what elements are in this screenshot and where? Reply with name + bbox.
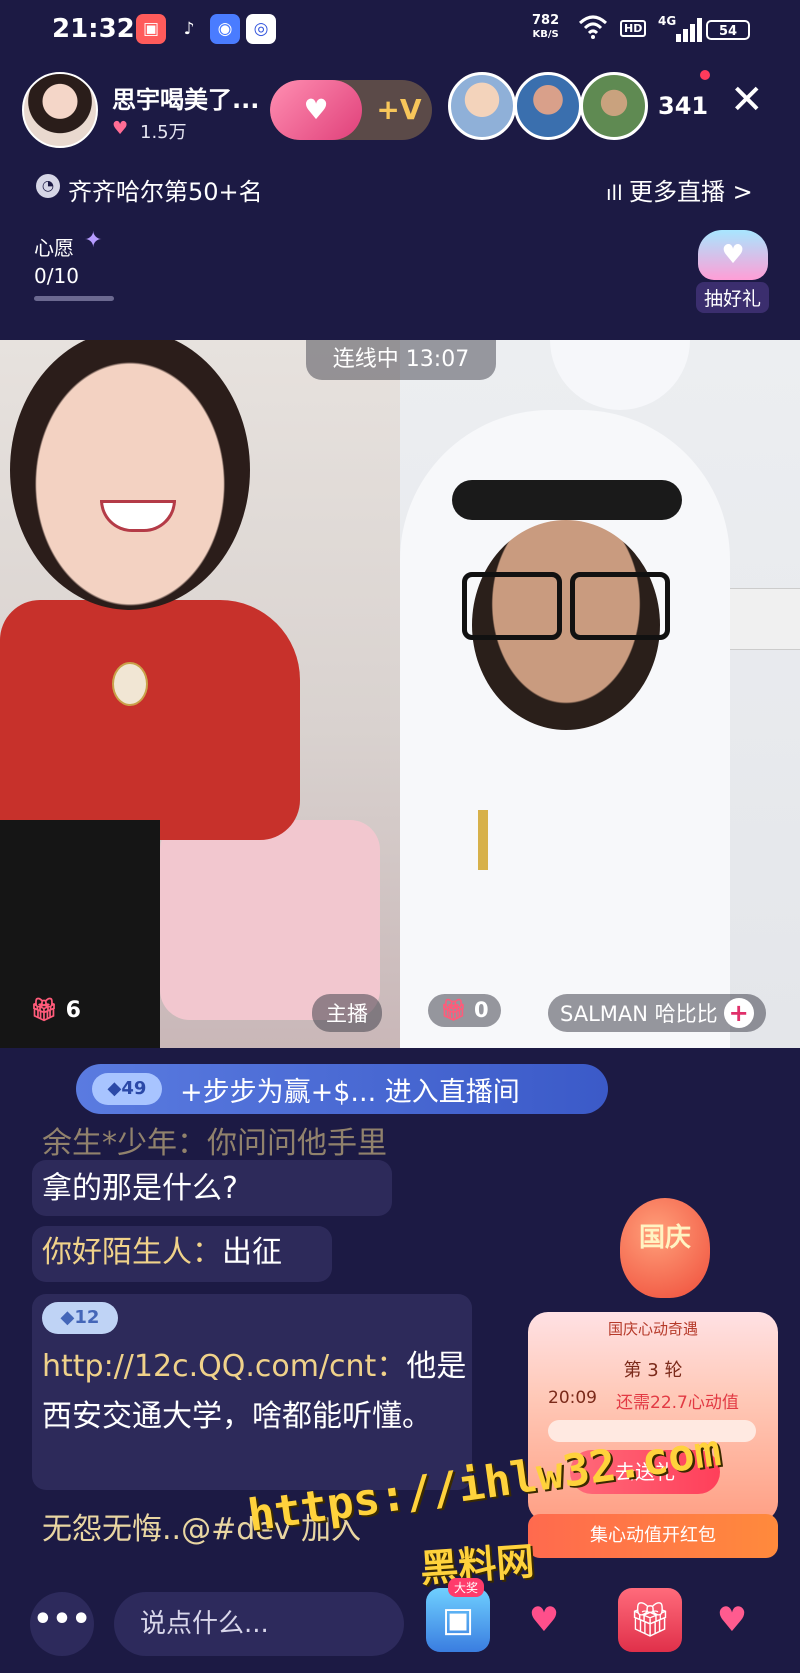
chat-username[interactable]: http://12c.QQ.com/cnt： xyxy=(42,1349,406,1384)
network-speed: 782 KB/S xyxy=(532,14,559,42)
red-packet-banner[interactable]: 集心动值开红包 xyxy=(528,1514,778,1558)
viewer-avatar[interactable] xyxy=(448,72,516,140)
wish-progress-bar xyxy=(34,296,114,301)
guest-tag[interactable]: SALMAN 哈比比 + xyxy=(548,994,766,1032)
diamond-icon: ◆ xyxy=(60,1307,75,1328)
city-rank[interactable]: 齐齐哈尔第50+名 xyxy=(68,172,263,207)
event-remaining: 还需22.7心动值 xyxy=(616,1393,739,1413)
viewer-count[interactable]: 341 xyxy=(658,92,708,120)
host-video-stream[interactable] xyxy=(0,340,400,1048)
glasses-left xyxy=(462,572,562,640)
app-notification-icon: ◉ xyxy=(210,14,240,44)
right-gift-count: 0 xyxy=(473,998,489,1022)
diamond-icon: ◆ xyxy=(107,1078,122,1099)
event-countdown: 20:09 xyxy=(548,1388,597,1408)
chat-input[interactable] xyxy=(114,1592,404,1656)
treasure-badge: 大奖 xyxy=(448,1578,485,1597)
host-tag: 主播 xyxy=(312,994,382,1032)
left-gift-counter[interactable]: 🎁︎ 6 xyxy=(30,998,81,1023)
event-round: 第 3 轮 xyxy=(623,1360,683,1381)
event-title: 国庆心动奇遇 xyxy=(607,1320,698,1338)
winged-heart-icon[interactable]: ♥ xyxy=(512,1588,576,1652)
viewer-avatar[interactable] xyxy=(580,72,648,140)
rank-clock-icon: ◔ xyxy=(36,174,60,198)
host-face xyxy=(10,340,250,610)
heart-gift-icon[interactable]: ♥ xyxy=(270,80,362,140)
air-conditioner xyxy=(718,588,800,650)
more-options-button[interactable]: ••• xyxy=(30,1592,94,1656)
notification-dot xyxy=(700,70,710,80)
more-live-button[interactable]: ıll 更多直播 > xyxy=(606,172,753,207)
network-type: 4G xyxy=(658,14,677,28)
wish-progress: 0/10 xyxy=(34,264,79,288)
host-name[interactable]: 思宇喝美了... xyxy=(112,80,259,115)
chat-text: 你问问他手里 xyxy=(207,1126,387,1161)
lucky-gift-icon[interactable]: ♥ xyxy=(698,230,768,280)
wish-star-icon: ✦ xyxy=(84,228,103,253)
hd-icon: HD xyxy=(620,20,647,37)
user-level-badge: ◆49 xyxy=(92,1073,162,1105)
enter-room-text: +步步为赢+$... 进入直播间 xyxy=(180,1077,520,1108)
chat-message[interactable]: 余生*少年：你问问他手里 xyxy=(42,1118,387,1162)
gift-icon: 🎁︎ xyxy=(30,998,58,1023)
pink-chair xyxy=(160,820,380,1020)
event-balloon-badge[interactable]: 国庆 xyxy=(620,1198,710,1298)
battery-icon: 54 xyxy=(706,20,750,40)
link-status: 连线中 13:07 xyxy=(306,340,496,380)
user-level: 12 xyxy=(74,1307,100,1328)
signal-icon xyxy=(676,18,704,42)
black-agal xyxy=(452,480,682,520)
ceiling-light xyxy=(550,340,690,410)
chat-username[interactable]: 你好陌生人： xyxy=(42,1235,222,1270)
treasure-chest-icon[interactable]: ▣ xyxy=(426,1588,490,1652)
follow-v-label[interactable]: +V xyxy=(366,80,432,140)
chat-message-continued: 拿的那是什么? xyxy=(42,1171,238,1206)
viewer-avatar[interactable] xyxy=(514,72,582,140)
lucky-gift-label[interactable]: 抽好礼 xyxy=(696,282,770,313)
bars-icon: ıll xyxy=(606,181,630,205)
chat-message[interactable]: 你好陌生人：出征 xyxy=(42,1228,282,1278)
pen-icon xyxy=(478,810,488,870)
tiktok-icon: ♪ xyxy=(183,19,195,39)
more-live-label[interactable]: 更多直播 > xyxy=(629,178,753,206)
chat-message[interactable]: http://12c.QQ.com/cnt：他是西安交通大学，啥都能听懂。 xyxy=(42,1342,472,1442)
gift-icon: 🎁︎ xyxy=(440,998,467,1022)
host-fans-count: 1.5万 xyxy=(140,122,187,143)
guest-video-stream[interactable] xyxy=(400,340,800,1048)
left-gift-count: 6 xyxy=(65,998,81,1023)
guest-name[interactable]: SALMAN 哈比比 xyxy=(560,1002,718,1026)
heart-icon: ♥ xyxy=(112,118,129,139)
follow-button[interactable]: ♥ +V xyxy=(270,80,432,140)
glasses-right xyxy=(570,572,670,640)
notification-app-icon: ▣ xyxy=(136,14,166,44)
host-avatar[interactable] xyxy=(22,72,98,148)
status-time: 21:32 xyxy=(52,14,135,44)
net-speed-value: 782 xyxy=(532,13,560,28)
browser-notification-icon: ◎ xyxy=(246,14,276,44)
heart-plus-icon[interactable]: ♥ xyxy=(700,1588,764,1652)
right-gift-counter[interactable]: 🎁︎ 0 xyxy=(428,994,501,1027)
chat-username[interactable]: 余生*少年： xyxy=(42,1126,207,1161)
link-status-label: 连线中 xyxy=(332,347,399,372)
wish-label[interactable]: 心愿 xyxy=(34,232,74,261)
necklace-pendant xyxy=(112,662,148,706)
user-level-badge: ◆12 xyxy=(42,1302,118,1334)
net-speed-unit: KB/S xyxy=(532,29,559,40)
follow-guest-plus-icon[interactable]: + xyxy=(723,998,754,1028)
link-timer: 13:07 xyxy=(405,347,470,372)
close-icon[interactable]: ✕ xyxy=(730,80,764,120)
gift-box-icon[interactable]: 🎁︎ xyxy=(618,1588,682,1652)
red-top xyxy=(0,600,300,840)
user-level: 49 xyxy=(121,1078,147,1099)
wifi-icon xyxy=(578,14,608,47)
chat-text: 出征 xyxy=(222,1235,282,1270)
